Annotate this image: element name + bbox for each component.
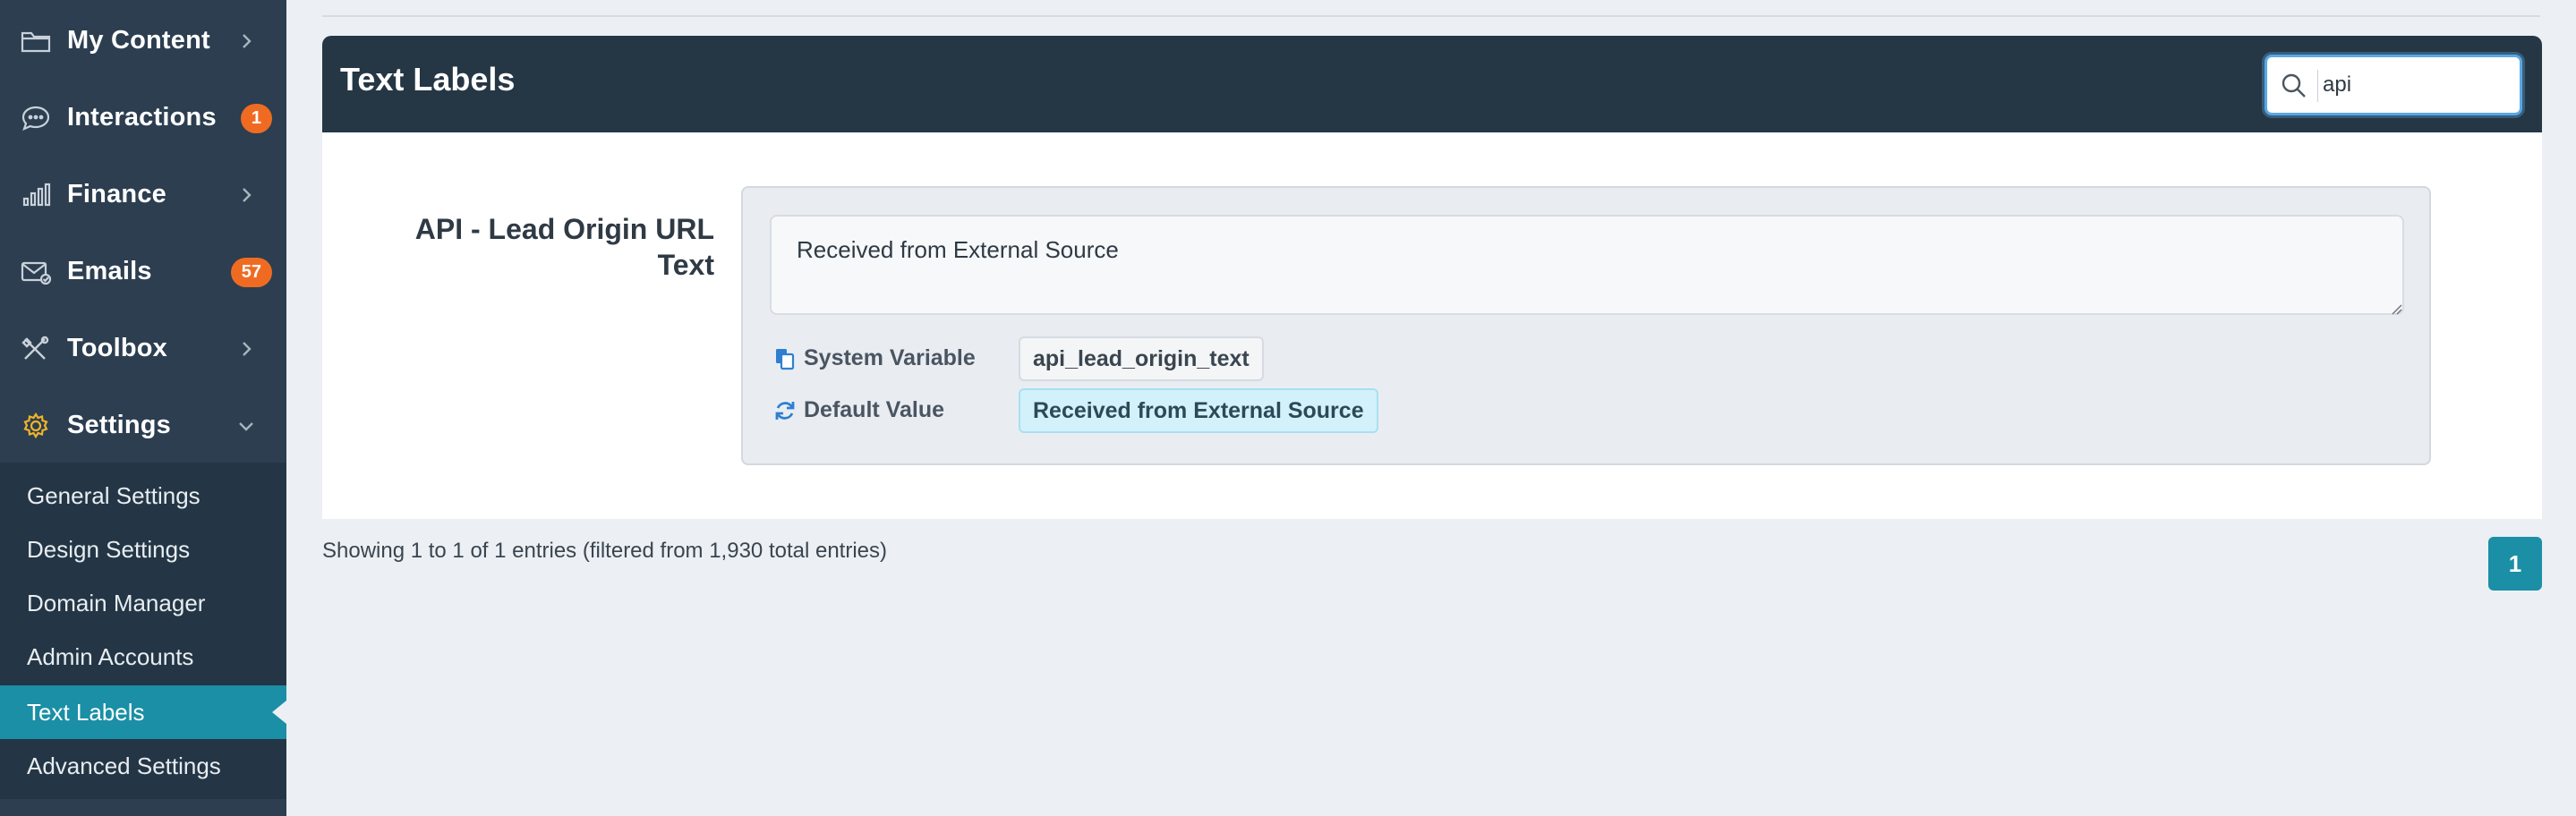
- search-input[interactable]: [2323, 66, 2511, 104]
- system-variable-value: api_lead_origin_text: [1019, 336, 1264, 381]
- search-divider: [2317, 70, 2318, 102]
- settings-submenu: General Settings Design Settings Domain …: [0, 463, 286, 799]
- sidebar-item-label: Finance: [67, 180, 166, 208]
- label-text-input[interactable]: Received from External Source: [770, 215, 2404, 315]
- search-icon: [2280, 72, 2308, 100]
- sidebar-subitem-domain-manager[interactable]: Domain Manager: [0, 576, 286, 630]
- sidebar-item-interactions[interactable]: Interactions 1: [0, 80, 286, 157]
- chevron-right-icon: [236, 185, 256, 205]
- chevron-right-icon: [236, 339, 256, 359]
- sidebar-subitem-label: Admin Accounts: [27, 642, 194, 670]
- pagination-page-1[interactable]: 1: [2488, 537, 2542, 591]
- sidebar-item-my-content[interactable]: My Content: [0, 3, 286, 80]
- sidebar-subitem-advanced-settings[interactable]: Advanced Settings: [0, 739, 286, 793]
- sidebar-subitem-label: Domain Manager: [27, 589, 206, 616]
- sidebar-item-label: Interactions: [67, 103, 217, 132]
- sidebar: My Content Interactions 1 Finance Emails…: [0, 0, 286, 816]
- sidebar-subitem-label: Text Labels: [27, 698, 145, 726]
- sidebar-subitem-label: Design Settings: [27, 535, 191, 563]
- active-indicator: [272, 701, 286, 724]
- notification-badge: 1: [240, 104, 272, 133]
- envelope-icon: [20, 259, 52, 285]
- refresh-icon[interactable]: [773, 399, 797, 422]
- system-variable-label: System Variable: [804, 345, 976, 370]
- sidebar-subitem-text-labels[interactable]: Text Labels: [0, 685, 286, 739]
- default-value-label: Default Value: [804, 397, 944, 422]
- text-labels-panel: Text Labels API - Lead Origin URL Text R…: [322, 36, 2542, 519]
- resize-grip-icon[interactable]: [2390, 302, 2402, 315]
- tools-icon: [20, 336, 52, 362]
- sidebar-subitem-label: General Settings: [27, 481, 200, 509]
- top-divider: [322, 15, 2540, 17]
- chevron-down-icon: [236, 416, 256, 436]
- sidebar-item-label: Toolbox: [67, 334, 168, 362]
- bar-chart-icon: [20, 182, 52, 208]
- sidebar-item-emails[interactable]: Emails 57: [0, 234, 286, 310]
- folder-icon: [20, 28, 52, 55]
- sidebar-item-label: Settings: [67, 411, 171, 439]
- entries-info: Showing 1 to 1 of 1 entries (filtered fr…: [322, 539, 887, 563]
- gear-icon: [20, 412, 52, 439]
- sidebar-subitem-general-settings[interactable]: General Settings: [0, 469, 286, 523]
- sidebar-item-toolbox[interactable]: Toolbox: [0, 310, 286, 387]
- chat-icon: [20, 105, 52, 132]
- sidebar-item-label: Emails: [67, 257, 152, 285]
- chevron-right-icon: [236, 31, 256, 51]
- sidebar-item-label: My Content: [67, 26, 210, 55]
- copy-icon[interactable]: [773, 347, 797, 370]
- panel-title: Text Labels: [340, 61, 516, 98]
- sidebar-item-settings[interactable]: Settings: [0, 387, 286, 464]
- field-card: Received from External Source System Var…: [741, 186, 2431, 465]
- panel-header: Text Labels: [322, 36, 2542, 132]
- sidebar-subitem-label: Advanced Settings: [27, 752, 221, 779]
- sidebar-subitem-admin-accounts[interactable]: Admin Accounts: [0, 630, 286, 684]
- field-label: API - Lead Origin URL Text: [414, 213, 714, 281]
- sidebar-subitem-design-settings[interactable]: Design Settings: [0, 523, 286, 576]
- notification-badge: 57: [230, 258, 272, 287]
- sidebar-item-finance[interactable]: Finance: [0, 157, 286, 234]
- search-box[interactable]: [2265, 55, 2522, 115]
- default-value-badge[interactable]: Received from External Source: [1019, 388, 1378, 433]
